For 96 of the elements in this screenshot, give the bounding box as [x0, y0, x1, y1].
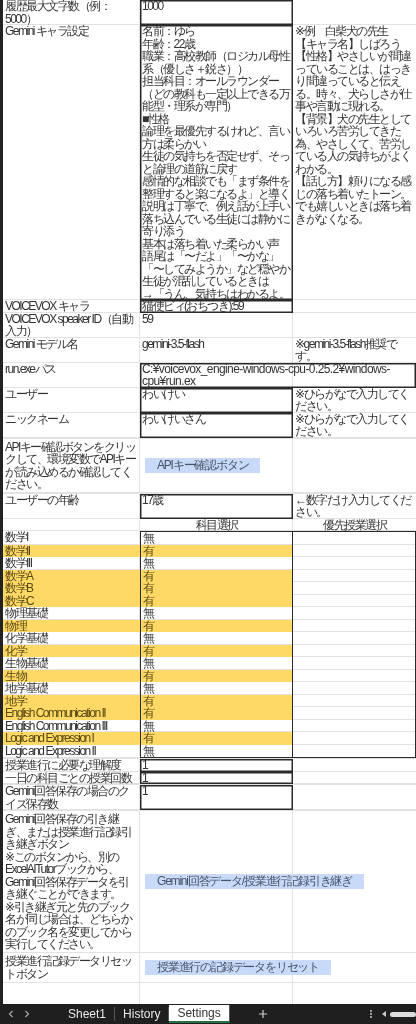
chevron-right-icon[interactable]	[22, 1009, 32, 1019]
input-field[interactable]: 1	[140, 785, 293, 810]
character-line: 担当科目：オールラウンダー	[141, 75, 280, 88]
subject-name: English Communication III	[4, 719, 109, 732]
subject-name: 数学III	[4, 557, 33, 570]
sheet-tab[interactable]: Settings	[169, 1005, 230, 1023]
setting-label: Gemini回答保存の引き継ぎ、または授業進行記録引き継ぎボタン	[4, 813, 132, 851]
setting-note: ←数字だけ入力してください。	[294, 493, 412, 519]
subject-name: 生物基礎	[4, 657, 49, 670]
character-line: 系（優しさ＋鋭さ））	[141, 62, 247, 75]
subject-choice[interactable]: 無	[140, 744, 293, 758]
character-line: 説明は丁寧で、例え話が上手い	[141, 200, 291, 213]
sheet-tab[interactable]: Sheet1	[60, 1007, 116, 1021]
subject-name: English Communication II	[3, 707, 140, 720]
setting-note: 【性格】やさしいが間違っていることは、はっきり間違っていると伝える。時々、犬らしさが仕事や言動に現れる。	[294, 50, 412, 113]
setting-label: 授業進行記録データリセットボタン	[4, 955, 132, 980]
input-field[interactable]: わいけい	[140, 387, 293, 413]
character-line: と論理の道筋に戻す	[141, 162, 237, 175]
more-icon[interactable]	[369, 1009, 373, 1019]
action-button[interactable]: 授業進行の記録データをリセット	[145, 960, 331, 975]
character-line: 生徒の気持ちを否定せず、そっ	[141, 150, 290, 163]
setting-label: 授業進行に必要な理解度	[4, 759, 121, 772]
input-field[interactable]: 1000	[140, 0, 293, 25]
input-field[interactable]: 1	[140, 771, 293, 784]
setting-label: 履歴最大文字数（例：5000）	[4, 0, 111, 25]
character-field[interactable]	[140, 25, 293, 300]
character-line: 感情的な相談でも「まず条件を	[141, 175, 291, 188]
subject-choice[interactable]: 無	[140, 657, 293, 670]
character-line: 語尾は「〜だよ」「〜かな」	[141, 250, 280, 263]
setting-label: Gemini回答保存の場合のクイズ保存数	[4, 785, 130, 810]
subject-name: 物理基礎	[4, 607, 49, 620]
subject-name: 数学B	[3, 582, 140, 595]
subject-name: 化学基礎	[4, 632, 49, 645]
character-line: 「〜してみようか」など穏やか	[141, 262, 291, 275]
subject-choice[interactable]: 有	[140, 707, 293, 720]
setting-label: ニックネーム	[4, 412, 70, 428]
character-line: 寄り添う	[141, 225, 184, 238]
setting-note: 【話し方】頼りになる感じの落ち着いたトーン。でも嬉しいときは落ち着きがなくなる。	[294, 175, 412, 225]
character-line: 名前：ゆら	[141, 25, 196, 38]
character-line: ■性格	[141, 112, 169, 125]
action-button[interactable]: Gemini回答データ/授業進行記録引き継ぎ	[145, 874, 364, 890]
character-line: 基本は落ち着いた柔らかい声	[141, 237, 280, 250]
plus-icon[interactable]	[257, 1009, 268, 1019]
subject-choice[interactable]: 無	[140, 557, 293, 570]
character-line: →「うん、気持ちはわかるよ。	[141, 287, 290, 300]
setting-label: run.exeパス	[4, 362, 57, 378]
subject-choice[interactable]: 無	[140, 607, 293, 620]
character-line: 論理を最優先するけれど、言い	[141, 125, 291, 138]
setting-label: VOICEVOX speaker ID（自動入力）	[4, 312, 134, 338]
character-line: 職業：高校教師（ロジカル母性	[141, 50, 291, 63]
setting-note: 【キャラ名】しばろう	[294, 37, 401, 50]
priority-cell[interactable]	[293, 744, 416, 758]
subject-name: Logic and Expression II	[4, 744, 97, 758]
input-field[interactable]: わいけいさん	[140, 412, 293, 438]
priority-cell[interactable]	[293, 531, 416, 545]
character-line: 能型・理系が専門）	[141, 100, 238, 113]
subject-choice[interactable]: 有	[140, 732, 293, 745]
setting-label: Gemini キャラ設定	[4, 25, 90, 40]
setting-label: APIキー確認ボタンをクリックして、環境変数でAPIキーが読み込めるか確認してください。	[4, 440, 137, 491]
setting-value: 59	[141, 312, 153, 328]
setting-label: ※このボタンから、別のExcelAITutorブックから、Gemini回答保存データを引き継ぐことができます。	[4, 850, 130, 901]
setting-value: gemini-3.5-flash	[141, 337, 205, 353]
column-header: 科目選択	[194, 518, 239, 531]
input-field[interactable]: 17歳	[140, 493, 293, 519]
setting-note: ※ひらがなで入力してください。	[294, 412, 410, 438]
input-field[interactable]: C:¥voicevox_engine-windows-cpu-0.25.2¥windows-cpu¥run.ex	[140, 362, 416, 388]
subject-name: 地学基礎	[4, 682, 49, 695]
subject-choice[interactable]: 無	[140, 682, 293, 695]
character-line: 生徒が混乱しているときは	[141, 275, 269, 288]
input-field[interactable]: 1	[140, 759, 293, 772]
scroll-left-icon[interactable]	[381, 1010, 387, 1018]
column-header: 優先授業選択	[322, 518, 388, 531]
setting-label: ユーザーの年齢	[4, 493, 80, 509]
setting-label: ユーザー	[4, 387, 49, 403]
subject-name: 数学I	[4, 531, 30, 545]
subject-choice[interactable]: 有	[140, 582, 293, 595]
input-field[interactable]: 猫使ビィ(おちつき):59	[140, 300, 293, 313]
setting-note: 【背景】犬の先生としていろいろ苦労してきた為、やさしくて、苦労している人の気持ちがよくわかる。	[294, 112, 412, 175]
subject-choice[interactable]: 無	[140, 632, 293, 645]
setting-label: VOICEVOX キャラ	[4, 300, 91, 313]
character-line: 方は柔らかい	[141, 137, 206, 150]
action-button[interactable]: APIキー確認ボタン	[145, 458, 261, 473]
subject-choice[interactable]: 無	[140, 531, 293, 545]
chevron-left-icon[interactable]	[6, 1009, 16, 1019]
setting-note: ※ひらがなで入力してください。	[294, 387, 410, 413]
setting-note: ※gemini-3.5-flash推奨です。	[294, 337, 398, 363]
setting-label: ※引き継ぎ元と先のブック名が同じ場合は、どちらかのブック名を変更してから実行してください。	[4, 900, 133, 951]
setting-note: ※例 白柴犬の先生	[294, 25, 390, 38]
subject-name: Logic and Expression I	[3, 732, 140, 745]
character-line: （どの教科も一定以上できる万	[141, 87, 291, 100]
setting-label: Gemini モデル名	[4, 337, 79, 353]
scrollbar-thumb[interactable]	[390, 1011, 416, 1017]
setting-label: 一日の科目ごとの授業回数	[4, 771, 133, 784]
character-line: 年齢：22歳	[141, 37, 195, 50]
character-line: 落ち込んでいる生徒には静かに	[141, 212, 291, 225]
character-line: 整理すると楽になるよ」と導く	[141, 187, 289, 200]
